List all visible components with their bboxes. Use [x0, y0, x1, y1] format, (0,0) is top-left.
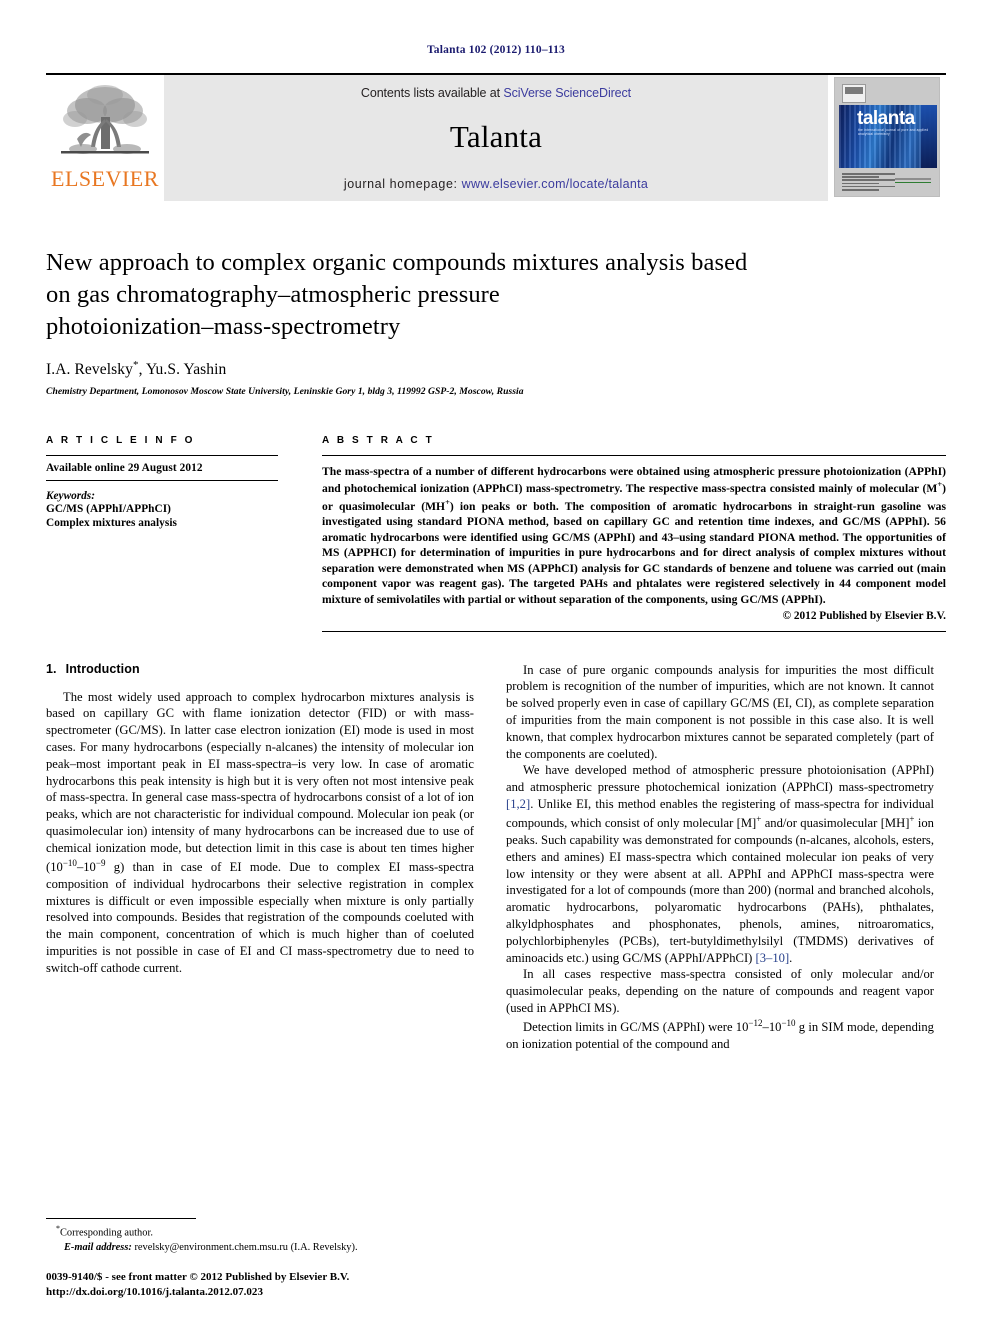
footnote-rule [46, 1218, 196, 1220]
elsevier-logo: ELSEVIER [46, 75, 164, 201]
abstract-heading: A B S T R A C T [322, 434, 435, 446]
journal-cover-cell: talanta the international journal of pur… [828, 75, 946, 201]
author-primary: I.A. Revelsky [46, 360, 133, 378]
abstract-bottom-rule [322, 630, 946, 632]
para-sup-1: −10 [62, 857, 77, 868]
body-columns: 1. Introduction The most widely used appr… [46, 662, 946, 1053]
article-info-column: A R T I C L E I N F O Available online 2… [46, 435, 278, 632]
author-secondary: , Yu.S. Yashin [138, 360, 227, 378]
keyword-item: GC/MS (APPhI/APPhCI) [46, 502, 171, 515]
citation-link[interactable]: [3–10] [756, 951, 790, 965]
cover-corner-box [842, 84, 866, 103]
abstract-copyright: © 2012 Published by Elsevier B.V. [782, 609, 946, 622]
section-heading-introduction: 1. Introduction [46, 662, 474, 676]
abstract-rule [322, 454, 946, 456]
contents-available-line: Contents lists available at SciVerse Sci… [361, 86, 631, 100]
citation-link[interactable]: [1,2] [506, 797, 530, 811]
paragraph: The most widely used approach to complex… [46, 689, 474, 977]
keyword-item: Complex mixtures analysis [46, 517, 177, 530]
issn-copyright-block: 0039-9140/$ - see front matter © 2012 Pu… [46, 1270, 474, 1301]
para-part-e: . [789, 950, 793, 965]
body-left-column: 1. Introduction The most widely used appr… [46, 662, 474, 1053]
body-right-column: In case of pure organic compounds analys… [506, 662, 934, 1053]
email-note: E-mail address: revelsky@environment.che… [46, 1241, 474, 1255]
email-address[interactable]: revelsky@environment.chem.msu.ru (I.A. R… [132, 1242, 357, 1253]
journal-homepage-link[interactable]: www.elsevier.com/locate/talanta [462, 177, 648, 191]
para-part-c: and/or quasimolecular [MH] [761, 816, 910, 831]
para-part-b: –10 [762, 1020, 782, 1035]
elsevier-wordmark: ELSEVIER [51, 166, 159, 191]
cover-artwork-edge [921, 105, 937, 168]
elsevier-tree-icon [61, 85, 149, 154]
paragraph: In all cases respective mass-spectra con… [506, 967, 934, 1016]
title-line-3: photoionization–mass-spectrometry [46, 312, 401, 340]
issn-line: 0039-9140/$ - see front matter © 2012 Pu… [46, 1270, 350, 1283]
title-line-1: New approach to complex organic compound… [46, 249, 748, 276]
corresponding-author-text: Corresponding author. [60, 1227, 153, 1239]
doi-link[interactable]: http://dx.doi.org/10.1016/j.talanta.2012… [46, 1285, 474, 1301]
page-title: New approach to complex organic compound… [46, 247, 946, 343]
article-page: Talanta 102 (2012) 110–113 ELSEVIER Cont… [0, 0, 992, 1323]
cover-footer-right-lines [895, 178, 931, 185]
article-history: Available online 29 August 2012 [46, 456, 278, 481]
footnote-block: *Corresponding author. E-mail address: r… [46, 1218, 474, 1301]
abstract-part-c: ) ion peaks or both. The composition of … [322, 499, 946, 607]
abstract-column: A B S T R A C T The mass-spectra of a nu… [322, 435, 946, 632]
cover-journal-title: talanta [857, 108, 915, 129]
email-label: E-mail address: [64, 1241, 132, 1253]
para-part-d: ion peaks. Such capability was demonstra… [506, 816, 934, 965]
para-part-b: –10 [76, 859, 96, 874]
paragraph: In case of pure organic compounds analys… [506, 662, 934, 761]
journal-cover-thumbnail: talanta the international journal of pur… [834, 77, 940, 197]
abstract-text: The mass-spectra of a number of differen… [322, 464, 946, 608]
info-abstract-region: A R T I C L E I N F O Available online 2… [46, 435, 946, 632]
section-number: 1. [46, 661, 57, 676]
abstract-part-a: The mass-spectra of a number of differen… [322, 464, 946, 496]
para-part-a: The most widely used approach to complex… [46, 689, 474, 874]
homepage-prefix: journal homepage: [343, 177, 462, 191]
masthead-center: Contents lists available at SciVerse Sci… [164, 75, 828, 201]
keywords-label: Keywords: [46, 489, 95, 502]
author-list: I.A. Revelsky*, Yu.S. Yashin [46, 359, 946, 379]
sciencedirect-link[interactable]: SciVerse ScienceDirect [503, 86, 631, 100]
section-label: Introduction [65, 661, 140, 676]
running-head: Talanta 102 (2012) 110–113 [426, 44, 565, 56]
para-part-c: g) than in case of EI mode. Due to compl… [46, 859, 474, 975]
affiliation: Chemistry Department, Lomonosov Moscow S… [46, 385, 524, 397]
article-info-heading: A R T I C L E I N F O [46, 434, 196, 446]
para-sup-2: −10 [781, 1017, 796, 1028]
corresponding-author-note: *Corresponding author. [46, 1224, 474, 1241]
para-part-a: We have developed method of atmospheric … [506, 763, 934, 795]
cover-journal-subtitle: the international journal of pure and ap… [858, 128, 929, 136]
journal-title: Talanta [449, 119, 543, 154]
title-block: New approach to complex organic compound… [46, 247, 946, 397]
paragraph: We have developed method of atmospheric … [506, 762, 934, 966]
title-line-2: on gas chromatography–atmospheric pressu… [46, 280, 500, 308]
para-sup-1: −12 [748, 1017, 763, 1028]
journal-masthead: ELSEVIER Contents lists available at Sci… [46, 73, 946, 201]
para-part-a: Detection limits in GC/MS (APPhI) were 1… [523, 1020, 749, 1035]
paragraph: Detection limits in GC/MS (APPhI) were 1… [506, 1017, 934, 1053]
contents-prefix: Contents lists available at [360, 86, 504, 100]
journal-homepage-line: journal homepage: www.elsevier.com/locat… [164, 177, 828, 191]
